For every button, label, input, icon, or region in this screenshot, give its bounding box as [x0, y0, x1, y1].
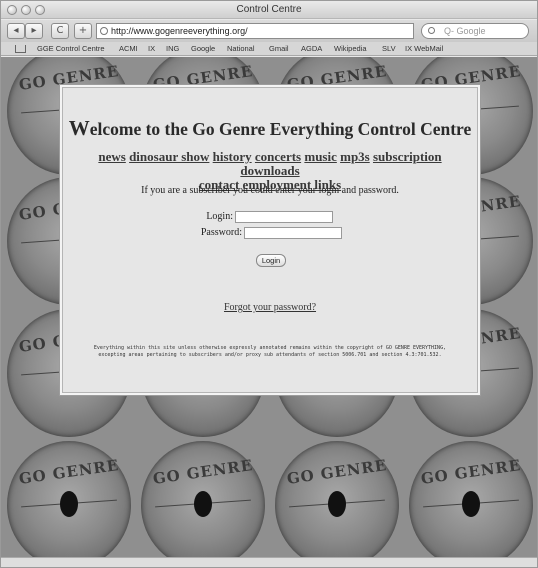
login-button[interactable]: Login	[256, 254, 286, 267]
forward-button[interactable]: ▸	[25, 23, 43, 39]
browser-toolbar: ◂ ▸ C + http://www.gogenreeverything.org…	[1, 20, 537, 42]
eye-icon	[194, 491, 212, 517]
page-title: Welcome to the Go Genre Everything Contr…	[63, 116, 477, 141]
nav-link-mp3s[interactable]: mp3s	[340, 149, 370, 164]
forgot-password: Forgot your password?	[63, 302, 477, 313]
background-tile: GO GENRE	[275, 441, 399, 567]
background-tile: GO GENRE	[409, 441, 533, 567]
plus-icon: +	[78, 25, 88, 36]
browser-window: Control Centre ◂ ▸ C + http://www.gogenr…	[0, 0, 538, 568]
tile-logo-text: GO GENRE	[419, 456, 523, 488]
eye-icon	[328, 491, 346, 517]
eye-icon	[60, 491, 78, 517]
back-arrow-icon: ◂	[13, 25, 19, 36]
title-initial: W	[68, 116, 90, 140]
back-button[interactable]: ◂	[7, 23, 25, 39]
add-bookmark-button[interactable]: +	[74, 23, 92, 39]
search-field[interactable]: Q- Google	[421, 23, 529, 39]
bookmark-item[interactable]: ACMI	[119, 44, 138, 53]
page-viewport: GO GENRE GO GENRE GO GENRE GO GENRE GO GENRE…	[1, 57, 537, 567]
bookmark-item[interactable]: AGDA	[301, 44, 322, 53]
title-bar: Control Centre	[1, 1, 537, 19]
bookmark-item[interactable]: IX WebMail	[405, 44, 443, 53]
nav-link-downloads[interactable]: downloads	[240, 163, 299, 178]
address-text: http://www.gogenreeverything.org/	[111, 26, 248, 36]
status-bar	[1, 557, 537, 567]
search-placeholder: Q- Google	[444, 26, 486, 36]
login-input[interactable]	[235, 211, 333, 223]
nav-link-subscription[interactable]: subscription	[373, 149, 442, 164]
login-label: Login:	[206, 211, 233, 222]
reload-icon: C	[56, 25, 64, 36]
bookmarks-bar: GGE Control Centre ACMI IX ING Google Na…	[1, 42, 537, 56]
nav-link-music[interactable]: music	[304, 149, 337, 164]
bookmark-item[interactable]: IX	[148, 44, 155, 53]
control-centre-panel: Welcome to the Go Genre Everything Contr…	[62, 87, 478, 393]
background-tile: GO GENRE	[7, 441, 131, 567]
bookmarks-book-icon[interactable]	[15, 45, 26, 53]
forward-arrow-icon: ▸	[31, 25, 37, 36]
bookmark-item[interactable]: ING	[166, 44, 179, 53]
nav-link-dinosaur-show[interactable]: dinosaur show	[129, 149, 209, 164]
bookmark-item[interactable]: SLV	[382, 44, 396, 53]
tile-logo-text: GO GENRE	[151, 456, 255, 488]
background-tile: GO GENRE	[141, 441, 265, 567]
nav-link-history[interactable]: history	[213, 149, 252, 164]
globe-icon	[100, 27, 108, 35]
bookmark-item[interactable]: Gmail	[269, 44, 289, 53]
forgot-password-link[interactable]: Forgot your password?	[224, 302, 316, 313]
search-icon	[428, 27, 435, 34]
password-input[interactable]	[244, 227, 342, 239]
reload-button[interactable]: C	[51, 23, 69, 39]
address-bar[interactable]: http://www.gogenreeverything.org/ ▾	[96, 23, 425, 39]
bookmark-item[interactable]: Google	[191, 44, 215, 53]
tile-logo-text: GO GENRE	[285, 456, 389, 488]
bookmark-item[interactable]: National	[227, 44, 255, 53]
bookmark-item[interactable]: GGE Control Centre	[37, 44, 105, 53]
window-title: Control Centre	[236, 4, 302, 15]
bookmark-item[interactable]: Wikipedia	[334, 44, 367, 53]
eye-icon	[462, 491, 480, 517]
title-rest: elcome to the Go Genre Everything Contro…	[89, 119, 472, 139]
copyright-notice: Everything within this site unless other…	[93, 345, 447, 358]
subscriber-intro: If you are a subscriber you could enter …	[141, 185, 399, 196]
password-label: Password:	[200, 227, 242, 238]
tile-logo-text: GO GENRE	[17, 456, 121, 488]
nav-link-concerts[interactable]: concerts	[255, 149, 301, 164]
nav-link-news[interactable]: news	[98, 149, 125, 164]
